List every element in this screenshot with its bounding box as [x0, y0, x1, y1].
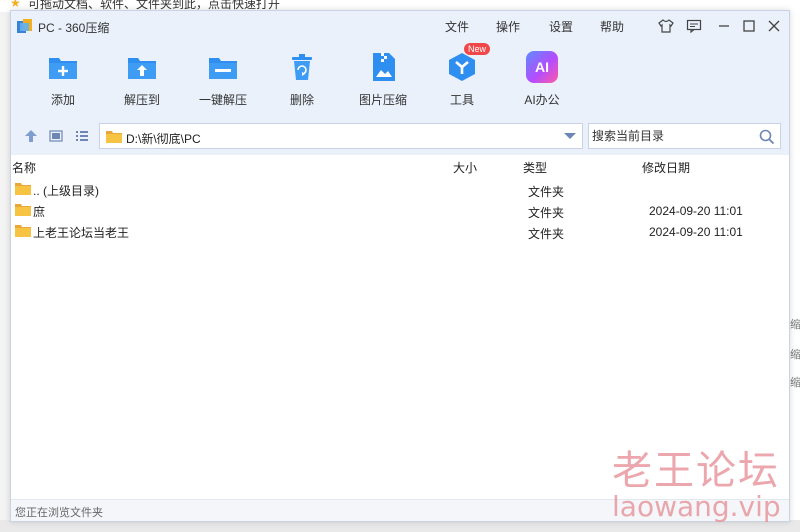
star-icon: ★ [10, 0, 21, 10]
extract-to-label: 解压到 [123, 93, 160, 107]
tools-icon [449, 53, 475, 81]
column-name-header[interactable]: 名称 [12, 159, 36, 176]
column-modified-header[interactable]: 修改日期 [642, 159, 690, 176]
search-box [588, 123, 781, 149]
file-type: 文件夹 [528, 185, 565, 199]
file-name: 上老王论坛当老王 [33, 226, 130, 240]
new-badge: New [464, 43, 491, 55]
delete-icon [292, 54, 312, 80]
tools-button[interactable]: New 工具 [430, 43, 494, 109]
folder-icon [15, 183, 31, 195]
add-button[interactable]: 添加 [31, 49, 95, 109]
folder-icon [15, 204, 31, 216]
file-row[interactable]: 庶 文件夹 2024-09-20 11:01 [11, 200, 789, 221]
minimize-icon[interactable] [715, 17, 733, 35]
feedback-icon[interactable] [685, 17, 703, 35]
background-fragment: 缩 [790, 319, 800, 331]
file-name: .. (上级目录) [33, 184, 99, 198]
menu-help[interactable]: 帮助 [600, 18, 624, 35]
file-name: 庶 [33, 205, 46, 219]
file-row[interactable]: 上老王论坛当老王 文件夹 2024-09-20 11:01 [11, 221, 789, 242]
image-compress-icon [373, 53, 395, 81]
up-folder-icon[interactable] [24, 129, 38, 143]
ai-office-label: AI办公 [524, 93, 560, 107]
folder-icon [106, 131, 122, 143]
window-title: PC - 360压缩 [38, 21, 110, 35]
close-icon[interactable] [765, 17, 783, 35]
path-combobox[interactable]: D:\新\彻底\PC [99, 123, 583, 149]
shirt-icon[interactable] [657, 17, 675, 35]
add-label: 添加 [50, 93, 75, 107]
path-text: D:\新\彻底\PC [126, 132, 201, 146]
column-type-header[interactable]: 类型 [523, 159, 547, 176]
add-archive-icon [49, 58, 77, 79]
thumbnail-view-icon[interactable] [49, 129, 63, 143]
file-type: 文件夹 [528, 227, 565, 241]
file-type: 文件夹 [528, 206, 565, 220]
file-list-header: 名称 大小 类型 修改日期 [11, 156, 789, 176]
image-compress-label: 图片压缩 [358, 93, 407, 107]
list-view-icon[interactable] [75, 129, 89, 143]
watermark-url: laowang.vip [612, 490, 781, 523]
menu-settings[interactable]: 设置 [549, 18, 573, 35]
extract-to-icon [128, 58, 156, 79]
menu-operation[interactable]: 操作 [496, 18, 520, 35]
tools-label: 工具 [449, 93, 474, 107]
file-date: 2024-09-20 11:01 [649, 204, 743, 218]
ai-office-button[interactable]: AI AI办公 [510, 49, 574, 109]
address-bar: D:\新\彻底\PC [11, 117, 789, 155]
background-fragment: 缩 [790, 377, 800, 389]
image-compress-button[interactable]: 图片压缩 [351, 49, 415, 109]
main-toolbar: 添加 解压到 一键解压 删除 图片压缩 New 工具 AI AI办公 [11, 41, 789, 117]
ai-icon-text: AI [535, 59, 549, 75]
title-bar[interactable]: PC - 360压缩 文件 操作 设置 帮助 [11, 11, 789, 41]
search-icon[interactable] [759, 129, 775, 145]
column-size-header[interactable]: 大小 [453, 159, 477, 176]
one-click-extract-button[interactable]: 一键解压 [191, 49, 255, 109]
one-click-extract-label: 一键解压 [198, 93, 247, 107]
background-right-panel: 缩 缩 缩 [790, 0, 800, 532]
maximize-icon[interactable] [740, 17, 758, 35]
file-date: 2024-09-20 11:01 [649, 225, 743, 239]
watermark-logo-text: 老王论坛 [612, 448, 780, 494]
delete-button[interactable]: 删除 [270, 49, 334, 109]
app-logo-icon [17, 19, 32, 33]
ai-office-icon: AI [526, 51, 558, 83]
delete-label: 删除 [289, 93, 314, 107]
file-row-parent[interactable]: .. (上级目录) 文件夹 [11, 179, 789, 200]
menu-file[interactable]: 文件 [445, 18, 469, 35]
chevron-down-icon[interactable] [564, 133, 576, 139]
folder-icon [15, 225, 31, 237]
extract-to-button[interactable]: 解压到 [110, 49, 174, 109]
status-text: 您正在浏览文件夹 [15, 507, 103, 519]
one-click-extract-icon [209, 58, 237, 79]
background-fragment: 缩 [790, 349, 800, 361]
search-input[interactable] [589, 124, 754, 148]
